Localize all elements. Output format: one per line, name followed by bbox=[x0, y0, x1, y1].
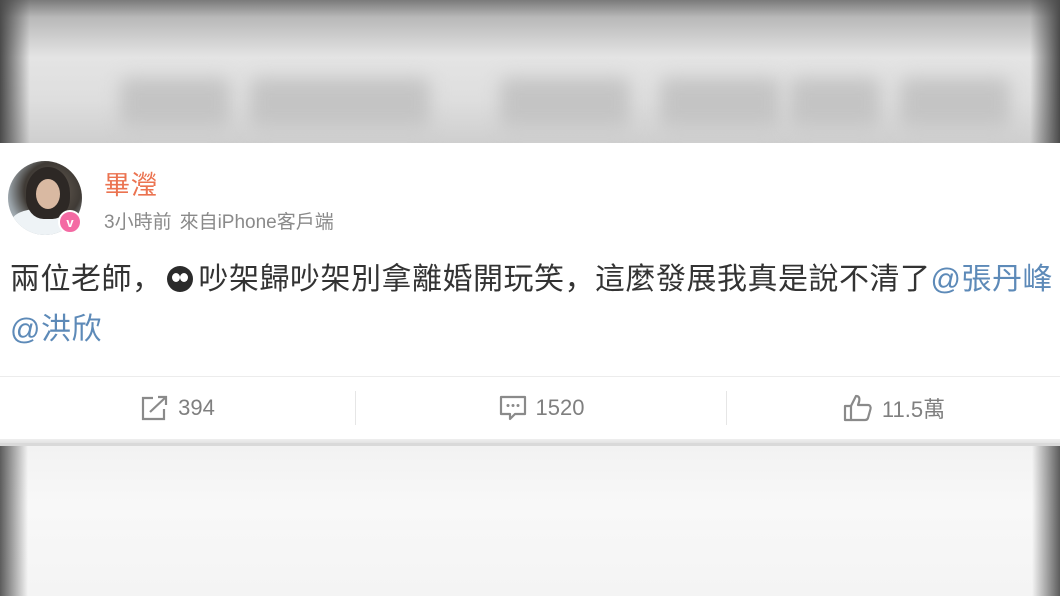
blurred-background-top bbox=[0, 0, 1060, 143]
background-blur-shape bbox=[250, 78, 430, 128]
post-text-part: 吵架歸吵架別拿離婚開玩笑，這麼發展我真是說不清了 bbox=[198, 263, 931, 296]
thumbs-up-icon bbox=[843, 394, 872, 422]
emoji-icon bbox=[166, 266, 193, 292]
weibo-post-card: v 畢瀅 3小時前 來自iPhone客戶端 兩位老師， 吵架歸吵架別拿離婚開玩笑，這… bbox=[0, 143, 1060, 443]
background-blur-shape bbox=[790, 78, 880, 128]
background-blur-shape bbox=[900, 78, 1010, 128]
background-blur-shape bbox=[660, 78, 780, 128]
post-time: 3小時前 bbox=[104, 212, 172, 233]
repost-count: 394 bbox=[178, 395, 215, 420]
verified-badge-icon: v bbox=[58, 210, 82, 234]
post-meta: 3小時前 來自iPhone客戶端 bbox=[104, 207, 334, 234]
card-bottom-shadow bbox=[0, 439, 1060, 443]
post-text-part: 兩位老師， bbox=[10, 263, 163, 296]
background-edge-right bbox=[1030, 0, 1060, 143]
background-blur-shape bbox=[500, 78, 630, 128]
comment-icon bbox=[499, 395, 526, 421]
post-source: 來自iPhone客戶端 bbox=[179, 212, 334, 233]
repost-icon bbox=[142, 395, 168, 421]
comment-count: 1520 bbox=[535, 395, 585, 420]
mention-link[interactable]: @張丹峰 bbox=[931, 263, 1053, 296]
background-blur-shape bbox=[120, 78, 230, 128]
background-edge-right bbox=[1032, 446, 1060, 596]
background-edge-left bbox=[0, 0, 30, 143]
comment-button[interactable]: 1520 bbox=[356, 377, 726, 439]
like-count: 11.5萬 bbox=[881, 397, 946, 422]
post-username[interactable]: 畢瀅 bbox=[104, 165, 158, 202]
blurred-background-bottom bbox=[0, 446, 1060, 596]
like-button[interactable]: 11.5萬 bbox=[727, 377, 1060, 439]
repost-button[interactable]: 394 bbox=[0, 377, 355, 439]
background-edge-left bbox=[0, 446, 28, 596]
mention-link[interactable]: @洪欣 bbox=[10, 313, 102, 346]
post-text: 兩位老師， 吵架歸吵架別拿離婚開玩笑，這麼發展我真是說不清了@張丹峰 @洪欣 bbox=[10, 255, 1056, 355]
post-actions-bar: 394 1520 11.5萬 bbox=[0, 377, 1060, 439]
